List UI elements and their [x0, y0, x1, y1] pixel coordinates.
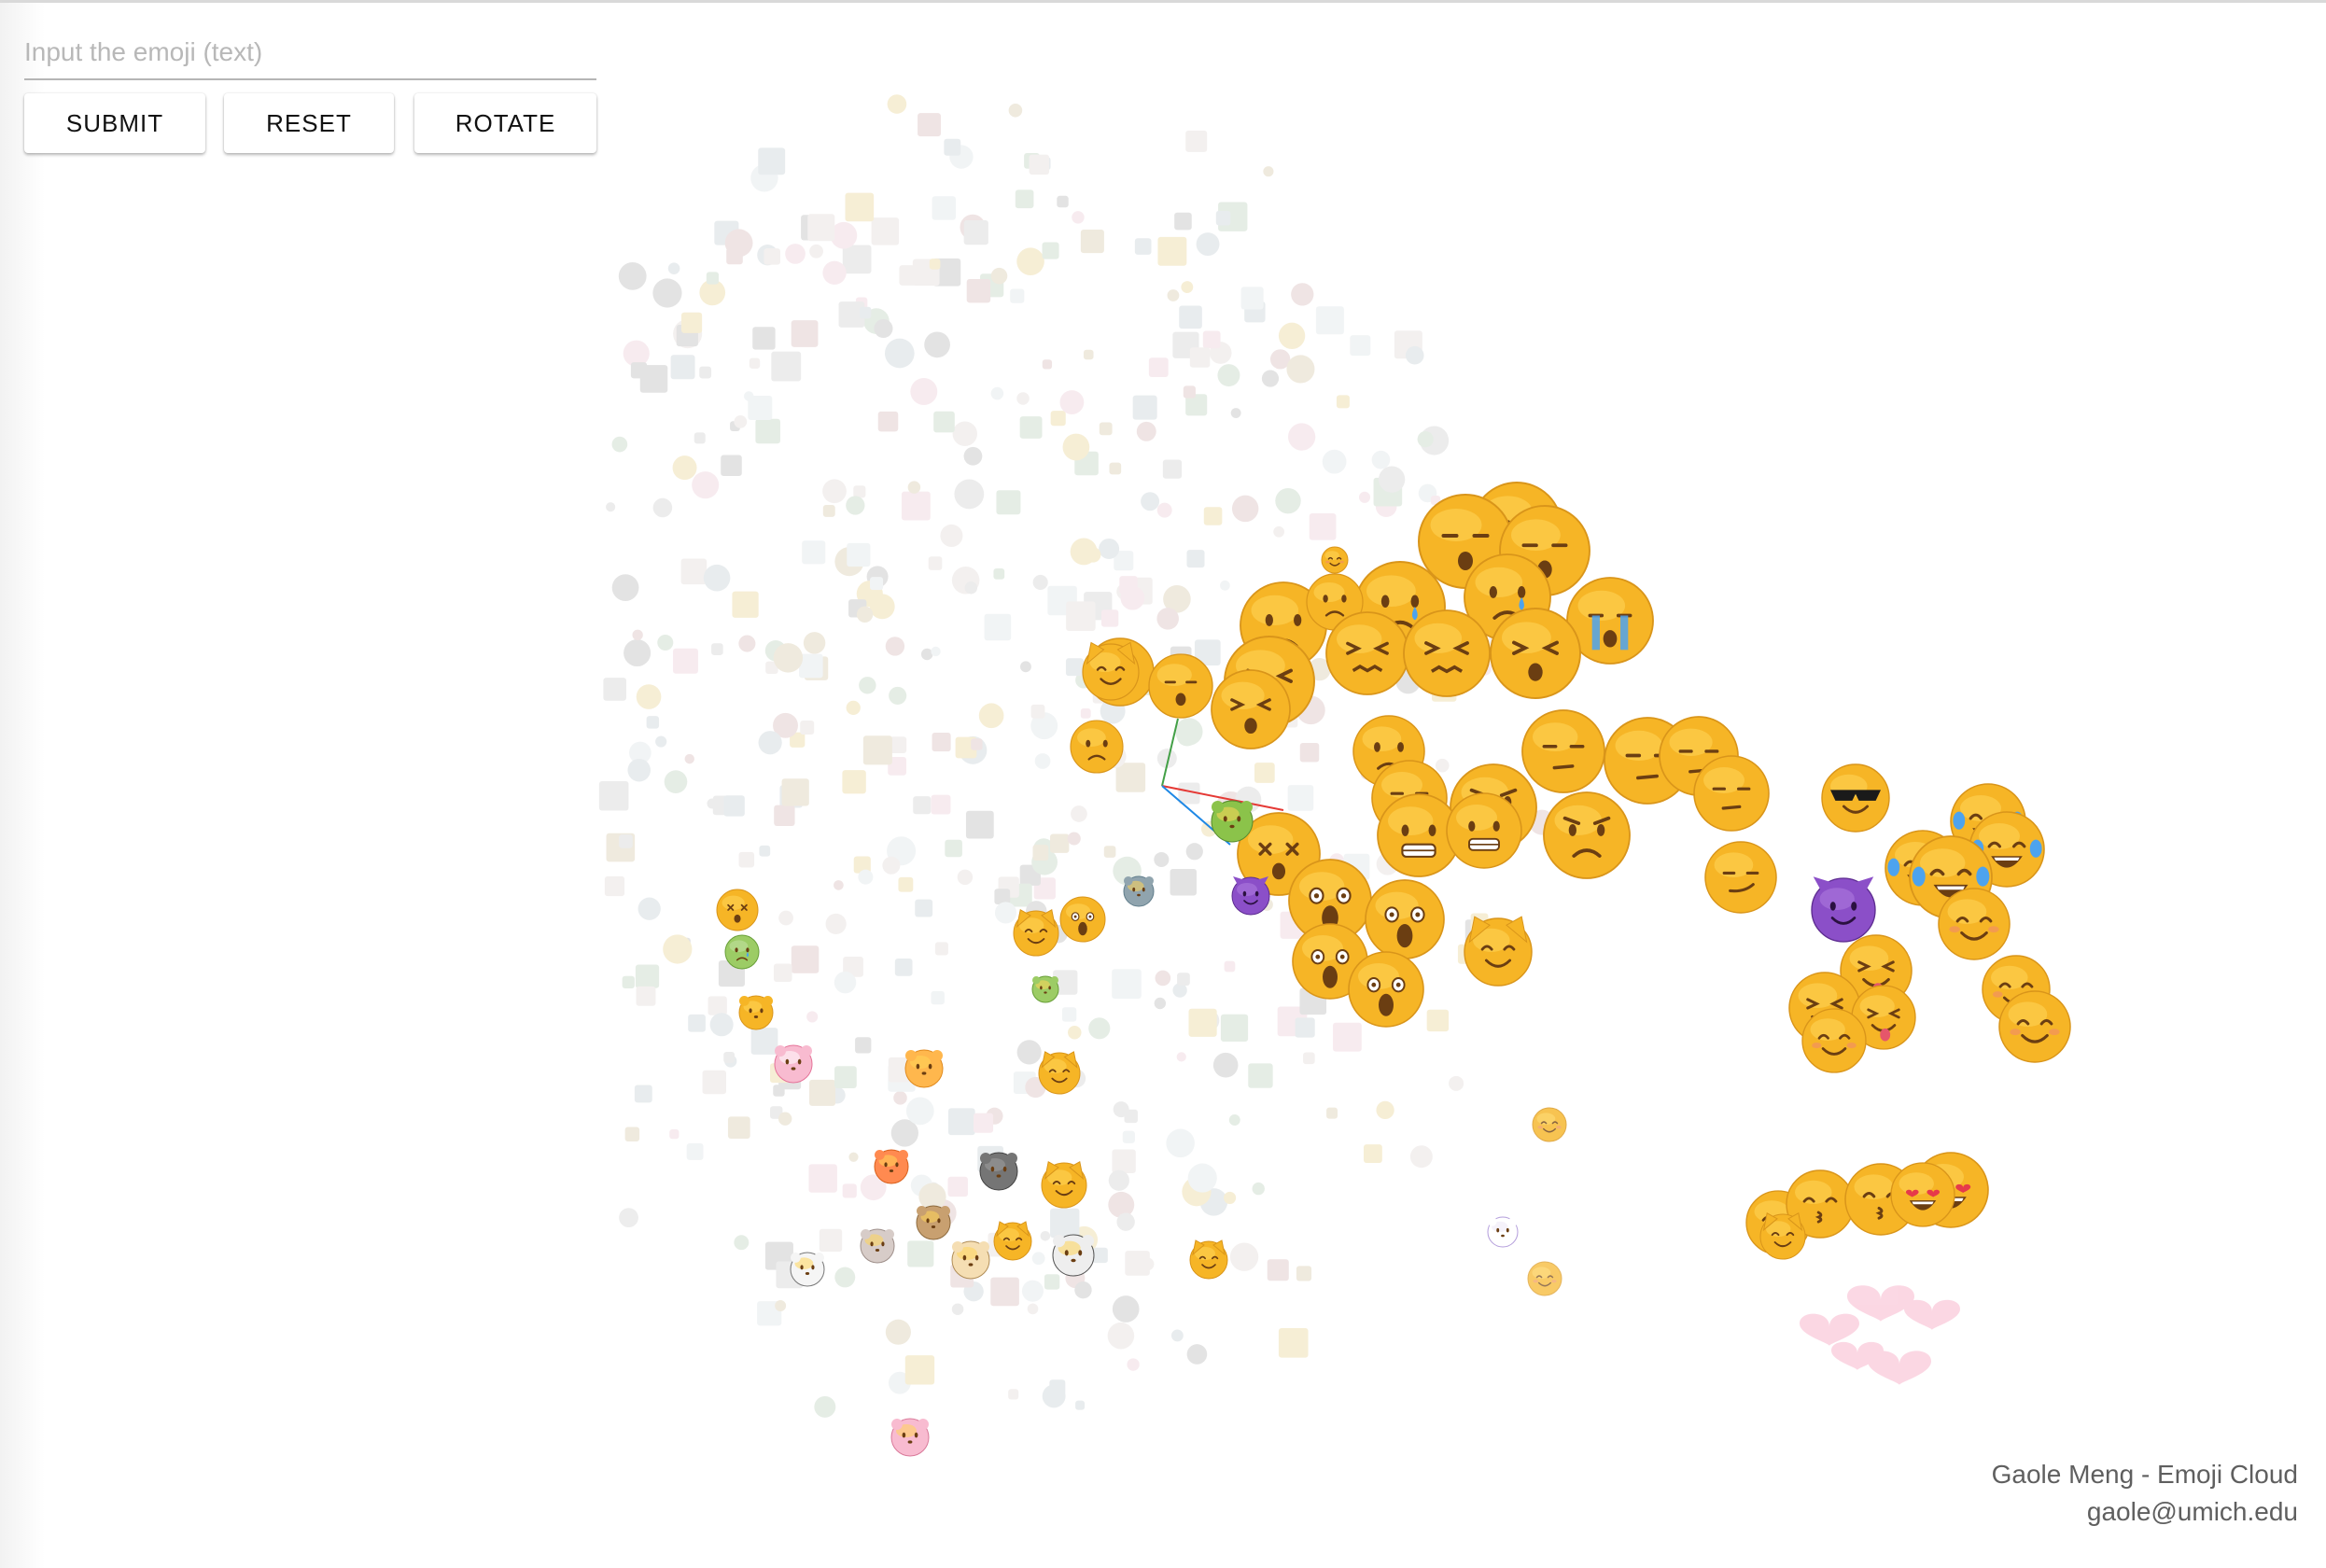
animal-face-emoji-icon	[738, 995, 774, 1030]
smiling-face-emoji-icon	[1321, 546, 1349, 574]
cat-face-emoji-icon	[993, 1221, 1032, 1261]
animal-face-emoji-icon	[860, 1228, 895, 1264]
submit-button[interactable]: SUBMIT	[24, 93, 205, 153]
smiling-face-emoji-icon	[1527, 1261, 1562, 1296]
heart-emoji-icon	[1904, 1299, 1960, 1330]
animal-face-emoji-icon	[904, 1049, 944, 1088]
cat-face-emoji-icon	[1013, 909, 1059, 957]
heart-emoji-icon	[1800, 1313, 1859, 1346]
unamused-face-emoji-icon	[1693, 755, 1770, 832]
heart-emoji-icon	[1868, 1351, 1931, 1385]
smiling-face-emoji-icon	[1938, 888, 2011, 960]
animal-face-emoji-icon	[874, 1149, 909, 1184]
rotate-button[interactable]: ROTATE	[414, 93, 596, 153]
frowning-face-emoji-icon	[1070, 720, 1124, 774]
control-panel: SUBMIT RESET ROTATE	[24, 26, 598, 155]
confounded-face-emoji-icon	[1403, 609, 1491, 697]
grimacing-face-emoji-icon	[1446, 792, 1522, 869]
heart-eyes-emoji-icon	[1890, 1162, 1955, 1227]
animal-face-emoji-icon	[790, 1252, 825, 1287]
confounded-face-emoji-icon	[1325, 611, 1409, 695]
animal-face-emoji-icon	[1123, 875, 1155, 907]
emoji-cloud-canvas[interactable]	[0, 0, 2326, 1568]
heart-cluster	[1800, 1285, 1960, 1385]
animal-face-emoji-icon	[1487, 1216, 1519, 1248]
smiling-devil-emoji-icon	[1231, 876, 1270, 916]
emoji-cloud-page: SUBMIT RESET ROTATE Gaole Meng - Emoji C…	[0, 0, 2326, 1568]
unamused-face-emoji-icon	[1521, 709, 1605, 793]
animal-face-emoji-icon	[774, 1044, 813, 1084]
sunglasses-face-emoji-icon	[1821, 763, 1890, 833]
credits: Gaole Meng - Emoji Cloud gaole@umich.edu	[1992, 1456, 2298, 1531]
credits-title: Gaole Meng - Emoji Cloud	[1991, 1460, 2298, 1489]
angry-face-emoji-icon	[1543, 791, 1631, 879]
screaming-face-emoji-icon	[1365, 879, 1445, 959]
smiling-face-emoji-icon	[1998, 990, 2071, 1063]
cat-face-emoji-icon	[1464, 916, 1533, 987]
tired-face-emoji-icon	[1490, 608, 1581, 699]
screaming-face-emoji-icon	[1348, 951, 1424, 1028]
sleeping-face-emoji-icon	[1148, 653, 1213, 719]
cat-face-emoji-icon	[1759, 1212, 1806, 1260]
dizzy-face-emoji-icon	[716, 889, 759, 931]
smiling-face-emoji-icon	[1801, 1008, 1867, 1073]
smiling-face-emoji-icon	[1532, 1107, 1567, 1142]
emoji-search-input[interactable]	[24, 26, 596, 80]
animal-face-emoji-icon	[1031, 975, 1059, 1003]
crying-face-emoji-icon	[724, 934, 760, 970]
animal-face-emoji-icon	[890, 1418, 930, 1457]
credits-email[interactable]: gaole@umich.edu	[1992, 1493, 2298, 1531]
heart-emoji-icon	[1847, 1285, 1914, 1322]
cat-face-emoji-icon	[1082, 641, 1140, 701]
reset-button[interactable]: RESET	[224, 93, 394, 153]
animal-face-emoji-icon	[1211, 800, 1254, 843]
cat-face-emoji-icon	[1041, 1161, 1087, 1209]
cat-face-emoji-icon	[1189, 1239, 1228, 1280]
tired-face-emoji-icon	[1211, 669, 1291, 749]
animal-face-emoji-icon	[951, 1240, 990, 1280]
screaming-face-emoji-icon	[1059, 896, 1106, 943]
smiling-devil-emoji-icon	[1811, 876, 1876, 943]
button-row: SUBMIT RESET ROTATE	[24, 93, 598, 155]
animal-face-emoji-icon	[979, 1152, 1018, 1191]
animal-face-emoji-icon	[916, 1205, 951, 1240]
smirking-face-emoji-icon	[1704, 841, 1777, 914]
animal-face-emoji-icon	[1052, 1234, 1095, 1277]
cat-face-emoji-icon	[1038, 1051, 1081, 1095]
